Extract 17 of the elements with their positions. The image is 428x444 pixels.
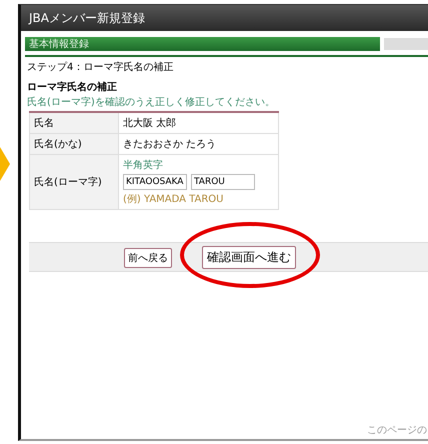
progress-step-label: 基本情報登録: [29, 38, 89, 51]
step-title: ステップ4：ローマ字氏名の補正: [25, 55, 428, 77]
row-value: 北大阪 太郎: [118, 112, 278, 134]
arrow-icon: [0, 147, 10, 181]
nav-button[interactable]: 前へ戻る: [124, 248, 172, 268]
row-label: 氏名(ローマ字): [30, 154, 118, 210]
instruction-text: 氏名(ローマ字)を確認のうえ正しく修正してください。: [27, 96, 276, 109]
input-field[interactable]: KITAOOSAKA: [123, 174, 187, 190]
section-title: ローマ字氏名の補正: [27, 80, 118, 94]
row-label: 氏名: [30, 112, 118, 134]
row-value: きたおおさか たろう: [118, 134, 278, 154]
nav-button[interactable]: 確認画面へ進む: [202, 246, 296, 268]
input-field[interactable]: TAROU: [191, 174, 255, 190]
input-hint: 半角英字: [123, 158, 164, 172]
example-text: (例) YAMADA TAROU: [123, 193, 224, 206]
window-title: JBAメンバー新規登録: [29, 10, 145, 26]
row-label: 氏名(かな): [30, 134, 118, 154]
